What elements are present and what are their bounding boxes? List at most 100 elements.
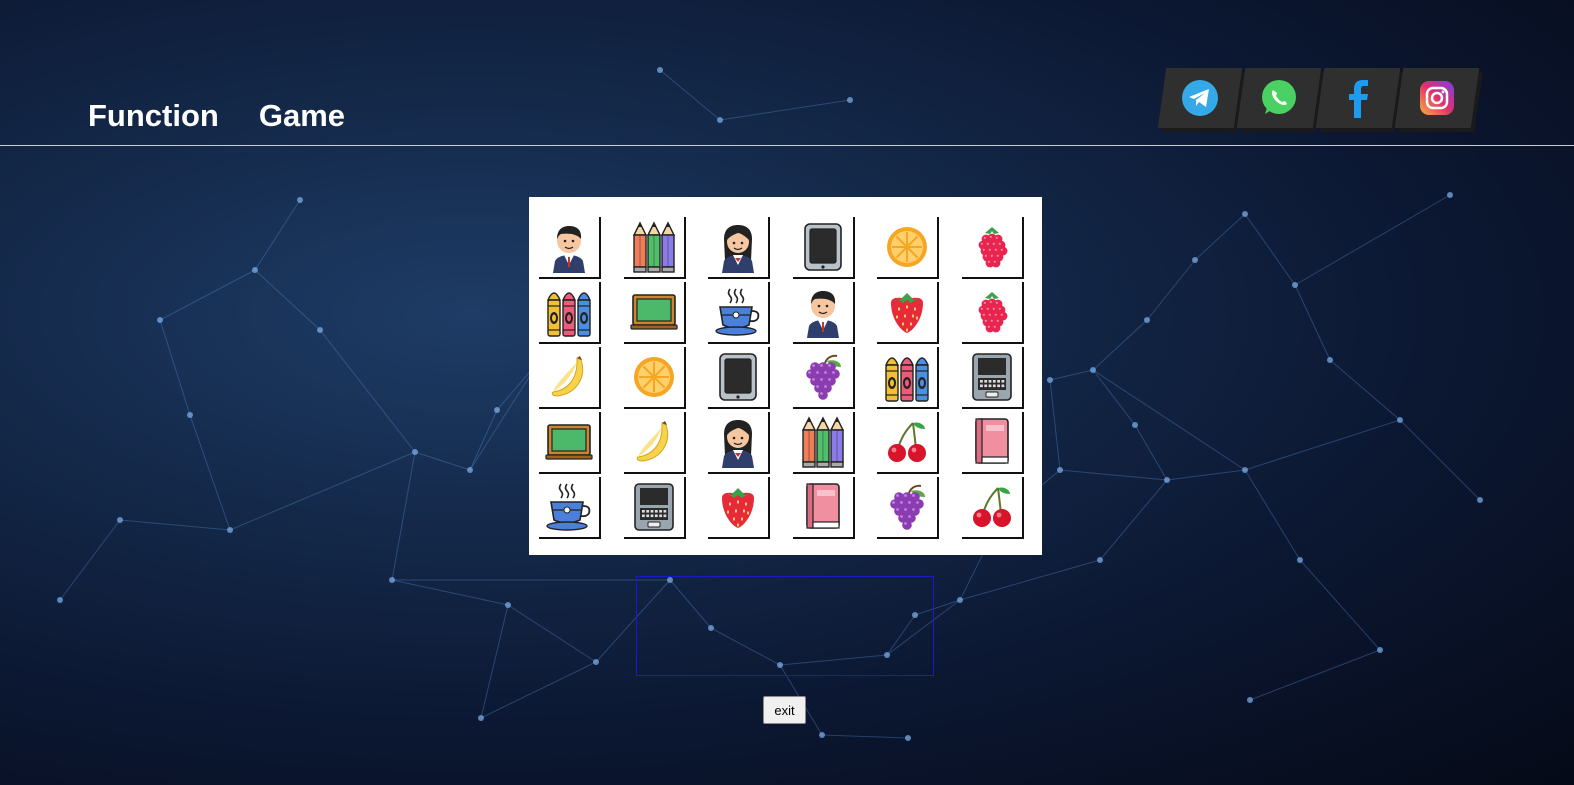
tile-cherries[interactable] [877,412,939,474]
network-line [119,519,231,531]
tablet-icon [718,352,758,402]
network-line [1244,213,1296,286]
whatsapp-icon [1262,80,1296,114]
tile-laptop[interactable] [962,347,1024,409]
network-node [494,407,500,413]
network-line [1134,424,1168,481]
network-node [317,327,323,333]
network-line [959,559,1101,601]
network-node [1297,557,1303,563]
social-links [1157,68,1480,128]
network-line [254,199,301,271]
nav-game[interactable]: Game [259,98,345,134]
tile-boy[interactable] [539,217,601,279]
book-icon [803,482,843,532]
tile-banana[interactable] [624,412,686,474]
network-node [1047,377,1053,383]
network-line [391,579,509,606]
tile-crayons[interactable] [877,347,939,409]
tile-pencils[interactable] [793,412,855,474]
tile-strawberry[interactable] [708,477,770,539]
network-line [1099,479,1168,561]
telegram-link[interactable] [1157,68,1243,128]
exit-button[interactable]: exit [763,696,806,724]
boy-icon [549,221,589,273]
network-line [1249,649,1381,701]
network-line [1194,213,1246,261]
network-line [1299,559,1381,651]
tablet-icon [803,222,843,272]
tile-tablet[interactable] [708,347,770,409]
network-line [1166,469,1246,481]
facebook-icon [1349,80,1368,118]
whatsapp-link[interactable] [1236,68,1322,128]
header-divider [0,145,1574,146]
tile-cherries[interactable] [962,477,1024,539]
girl-icon [718,416,758,468]
tile-blackboard[interactable] [624,282,686,344]
tile-coffee[interactable] [708,282,770,344]
network-node [1477,497,1483,503]
network-line [159,269,256,321]
tile-blackboard[interactable] [539,412,601,474]
network-node [157,317,163,323]
network-node [252,267,258,273]
tile-laptop[interactable] [624,477,686,539]
network-node [847,97,853,103]
banana-icon [547,354,591,400]
tile-pencils[interactable] [624,217,686,279]
network-line [319,329,416,453]
tile-girl[interactable] [708,412,770,474]
tile-grapes[interactable] [877,477,939,539]
grapes-icon [801,353,845,401]
tile-book[interactable] [962,412,1024,474]
network-line [229,451,416,531]
network-line [719,99,851,121]
network-node [1090,367,1096,373]
network-node [717,117,723,123]
network-line [1059,469,1168,481]
instagram-link[interactable] [1394,68,1480,128]
network-line [1294,194,1451,286]
network-node [905,735,911,741]
network-node [467,467,473,473]
raspberry-icon [972,288,1012,336]
strawberry-icon [716,484,760,530]
message-box [636,576,934,676]
network-line [254,269,321,331]
tile-crayons[interactable] [539,282,601,344]
tile-orange[interactable] [877,217,939,279]
network-node [1292,282,1298,288]
tile-girl[interactable] [708,217,770,279]
cherries-icon [970,484,1014,530]
laptop-icon [970,352,1014,402]
network-node [1164,477,1170,483]
network-node [1377,647,1383,653]
network-line [1092,319,1148,371]
raspberry-icon [972,223,1012,271]
grapes-icon [885,483,929,531]
nav-function[interactable]: Function [88,98,219,134]
tile-boy[interactable] [793,282,855,344]
tile-grapes[interactable] [793,347,855,409]
network-line [159,319,191,416]
tile-strawberry[interactable] [877,282,939,344]
tile-raspberry[interactable] [962,282,1024,344]
network-node [478,715,484,721]
tile-banana[interactable] [539,347,601,409]
tile-orange[interactable] [624,347,686,409]
boy-icon [803,286,843,338]
laptop-icon [632,482,676,532]
orange-icon [631,354,677,400]
network-line [391,451,416,581]
tile-raspberry[interactable] [962,217,1024,279]
tile-book[interactable] [793,477,855,539]
facebook-link[interactable] [1315,68,1401,128]
network-node [1327,357,1333,363]
tile-tablet[interactable] [793,217,855,279]
strawberry-icon [885,289,929,335]
book-icon [972,417,1012,467]
network-node [1057,467,1063,473]
network-node [57,597,63,603]
tile-coffee[interactable] [539,477,601,539]
